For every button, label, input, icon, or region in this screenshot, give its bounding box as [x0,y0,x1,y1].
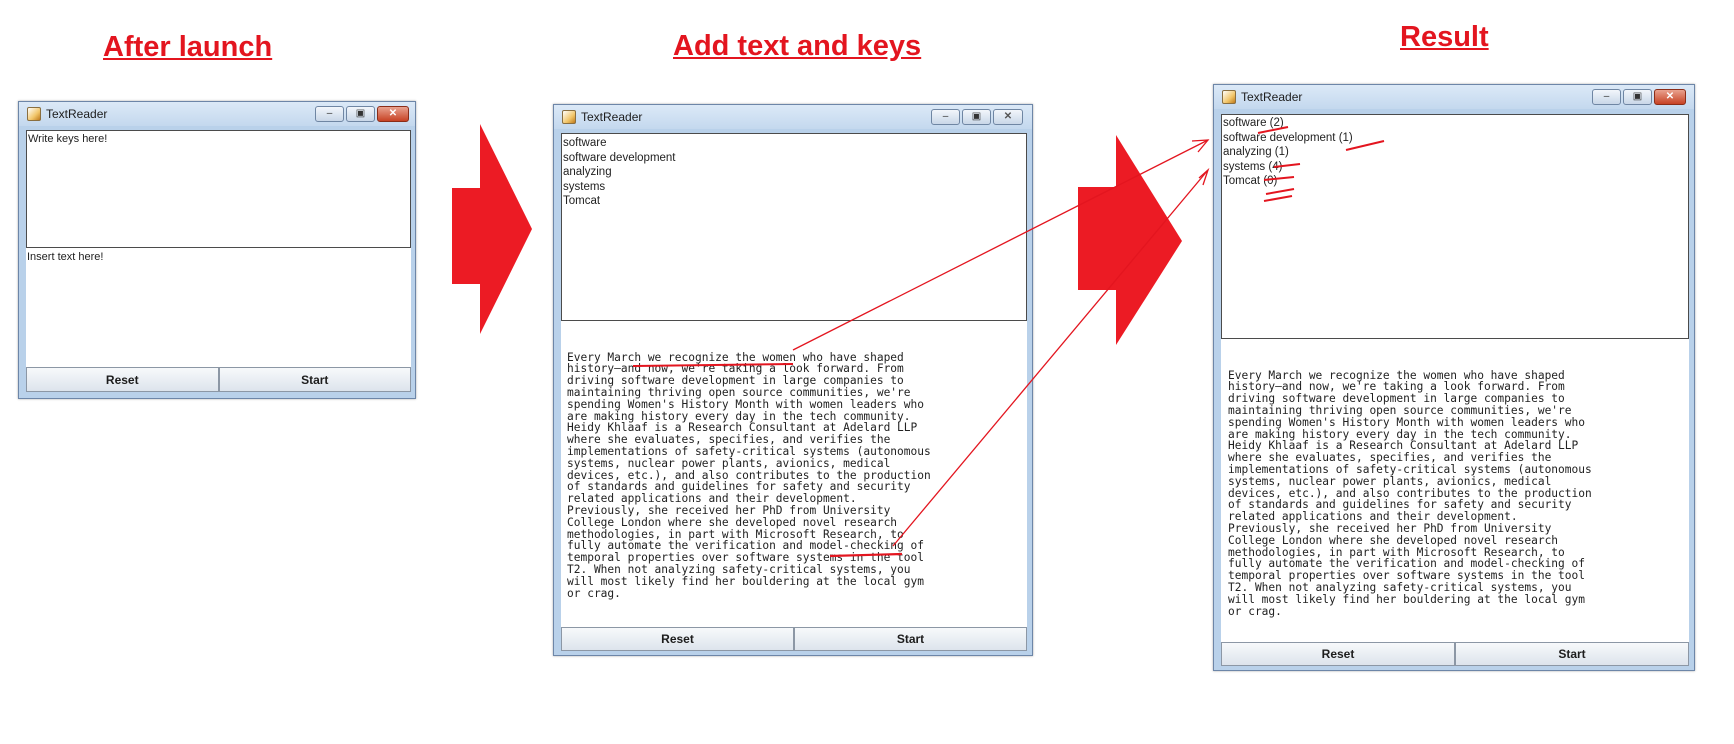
button-bar: Reset Start [1221,642,1689,666]
title-bar[interactable]: TextReader ‒ ▣ ✕ [554,105,1032,129]
text-textarea[interactable]: Insert text here! [26,248,411,367]
close-icon[interactable]: ✕ [1654,89,1686,105]
window-title: TextReader [1241,90,1303,104]
big-arrow-icon-1 [452,124,532,334]
key-line: systems [563,180,606,193]
start-button[interactable]: Start [218,367,411,392]
button-bar: Reset Start [561,627,1027,651]
key-result-line: software development (1) [1223,131,1353,144]
keys-textarea[interactable]: Write keys here! [26,130,411,248]
close-icon[interactable]: ✕ [993,109,1023,125]
text-content: Every March we recognize the women who h… [567,350,931,600]
java-app-icon [562,110,576,124]
window-result: TextReader ‒ ▣ ✕ software (2) software d… [1213,84,1695,671]
window-add-text: TextReader ‒ ▣ ✕ software software devel… [553,104,1033,656]
maximize-icon[interactable]: ▣ [962,109,991,125]
key-line: analyzing [563,166,612,179]
arrowhead-icon [1198,167,1210,186]
minimize-icon[interactable]: ‒ [931,109,960,125]
minimize-icon[interactable]: ‒ [315,106,344,122]
title-bar[interactable]: TextReader ‒ ▣ ✕ [19,102,415,126]
minimize-icon[interactable]: ‒ [1592,89,1621,105]
heading-add-text-and-keys: Add text and keys [673,30,922,62]
keys-textarea[interactable]: software (2) software development (1) an… [1221,114,1689,339]
key-line: software [563,137,607,149]
big-arrow-icon-2 [1078,135,1182,345]
key-result-line: Tomcat (0) [1223,175,1278,188]
reset-button[interactable]: Reset [1221,642,1455,666]
maximize-icon[interactable]: ▣ [1623,89,1652,105]
button-bar: Reset Start [26,367,411,392]
start-button[interactable]: Start [1455,642,1689,666]
text-textarea[interactable]: Every March we recognize the women who h… [1221,339,1689,642]
arrowhead-icon [1191,139,1210,153]
window-title: TextReader [581,110,643,124]
maximize-icon[interactable]: ▣ [346,106,375,122]
reset-button[interactable]: Reset [26,367,219,392]
keys-textarea[interactable]: software software development analyzing … [561,133,1027,321]
text-textarea[interactable]: Every March we recognize the women who h… [561,321,1027,627]
java-app-icon [27,107,41,121]
reset-button[interactable]: Reset [561,627,794,651]
heading-after-launch: After launch [103,31,273,63]
window-title: TextReader [46,107,108,121]
key-result-line: analyzing (1) [1223,146,1289,159]
window-after-launch: TextReader ‒ ▣ ✕ Write keys here! Insert… [18,101,416,399]
keys-placeholder: Write keys here! [28,133,108,145]
key-result-line: software (2) [1223,117,1284,129]
close-icon[interactable]: ✕ [377,106,409,122]
java-app-icon [1222,90,1236,104]
heading-result: Result [1400,21,1489,53]
key-result-line: systems (4) [1223,160,1283,173]
text-placeholder: Insert text here! [27,251,104,263]
key-line: software development [563,151,676,164]
title-bar[interactable]: TextReader ‒ ▣ ✕ [1214,85,1694,109]
start-button[interactable]: Start [794,627,1027,651]
text-content: Every March we recognize the women who h… [1228,368,1592,618]
key-line: Tomcat [563,195,601,208]
